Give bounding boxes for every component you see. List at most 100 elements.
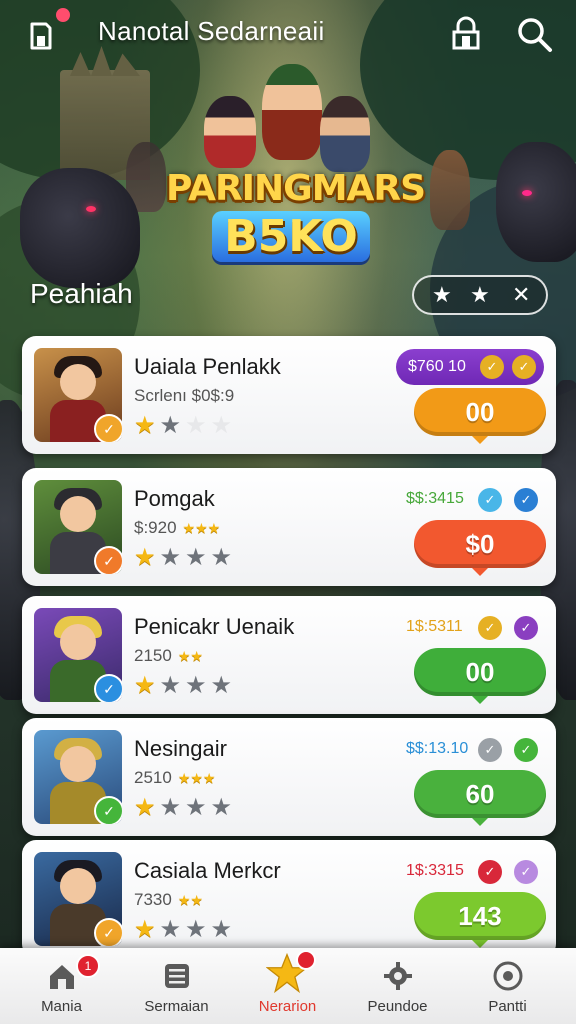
badge-icon: ✓ [94,674,122,702]
rating-star: ★ [159,544,186,571]
notification-dot [56,8,70,22]
rating-star: ★ [185,544,211,571]
coin-icon: ✓ [514,860,538,884]
item-subtitle: 2150 ★★ [134,646,203,666]
item-subtitle-text: 7330 [134,890,172,909]
item-title: Nesingair [134,736,227,761]
rating-star: ★ [210,544,237,571]
action-button[interactable]: 00 [414,388,546,444]
close-icon[interactable]: ✕ [512,284,530,306]
star-rating: ★★★★ [134,918,236,942]
game-thumbnail: ✓ [34,480,122,574]
saved-button[interactable] [26,8,70,54]
nav-item-peundoe[interactable]: Peundoe [340,948,455,1024]
nav-item-mania[interactable]: 1 Mania [4,948,119,1024]
coin-icon: ✓ [478,738,502,762]
rating-star: ★ [185,412,211,439]
badge-icon: ✓ [94,414,122,442]
gear-icon [384,962,412,990]
rating-star: ★ [159,672,186,699]
item-title: Casiala Merkcr [134,858,281,883]
top-bar: Nanotal Sedarneaii [0,0,576,70]
coin-icon: ✓ [478,860,502,884]
app-title: Nanotal Sedarneaii [98,16,325,46]
price-chip: $760 10 ✓ ✓ [396,349,544,385]
coin-icon: ✓ [478,616,502,640]
coin-icon: ✓ [514,738,538,762]
mini-rating: ★★★ [182,520,221,536]
badge-icon: ✓ [94,918,122,946]
rating-star: ★ [185,794,211,821]
bottom-nav: 1 Mania Sermaian Nerarion Peundoe Pantti [0,948,576,1024]
nav-label: Pantti [488,998,527,1015]
badge-icon: ✓ [94,796,122,824]
rating-star: ★ [210,794,237,821]
list-item[interactable]: ✓ Uaiala Penlakk Scrlenı $0$:9 ★★★★ $760… [22,336,556,454]
list-item[interactable]: ✓ Pomgak $:920 ★★★ ★★★★ $$:3415 ✓ ✓ $0 [22,468,556,586]
coin-icon: ✓ [480,355,504,379]
nav-label: Peundoe [367,998,428,1015]
item-title: Pomgak [134,486,215,511]
item-subtitle-text: 2510 [134,768,172,787]
item-subtitle-text: 2150 [134,646,172,665]
star-icon: ★ [432,282,452,307]
item-subtitle-text: Scrlenı $0$:9 [134,386,235,405]
star-rating: ★★★★ [134,414,236,438]
search-icon [518,18,552,52]
nav-badge: 1 [76,954,100,978]
rating-filter[interactable]: ★ ★ ✕ [412,275,548,315]
nav-item-pantti[interactable]: Pantti [450,948,565,1024]
action-button[interactable]: 00 [414,648,546,704]
action-button[interactable]: $0 [414,520,546,576]
item-subtitle: 2510 ★★★ [134,768,215,788]
rating-star: ★ [185,916,211,943]
action-button[interactable]: 143 [414,892,546,948]
rating-star: ★ [185,672,211,699]
game-logo: PARINGMARS B5KO [166,168,426,268]
rating-star: ★ [134,916,160,943]
rating-star: ★ [159,412,186,439]
shop-icon [452,16,480,50]
shop-button[interactable] [446,14,486,54]
rating-star: ★ [134,544,160,571]
item-title: Penicakr Uenaik [134,614,295,639]
nav-label: Nerarion [258,998,317,1015]
mini-rating: ★★★ [177,770,216,786]
logo-title: PARINGMARS [166,168,426,209]
home-icon [50,965,74,989]
section-title: Peahiah [30,278,133,309]
nav-item-nerarion[interactable]: Nerarion [230,948,345,1024]
coin-icon: ✓ [514,488,538,512]
rating-star: ★ [159,794,186,821]
item-subtitle: Scrlenı $0$:9 [134,386,240,406]
list-item[interactable]: ✓ Penicakr Uenaik 2150 ★★ ★★★★ 1$:5311 ✓ … [22,596,556,714]
star-rating: ★★★★ [134,674,236,698]
game-thumbnail: ✓ [34,730,122,824]
item-subtitle: $:920 ★★★ [134,518,220,538]
list-icon [165,964,189,988]
nav-item-sermaian[interactable]: Sermaian [119,948,234,1024]
game-thumbnail: ✓ [34,608,122,702]
game-thumbnail: ✓ [34,348,122,442]
mini-rating: ★★ [177,648,203,664]
rating-star: ★ [210,672,237,699]
rating-star: ★ [134,672,160,699]
rating-star: ★ [134,794,160,821]
coin-icon: ✓ [478,488,502,512]
list-item[interactable]: ✓ Nesingair 2510 ★★★ ★★★★ $$:13.10 ✓ ✓ 60 [22,718,556,836]
price-text: $760 10 [408,358,466,375]
action-button[interactable]: 60 [414,770,546,826]
nav-badge [296,950,316,970]
badge-icon: ✓ [94,546,122,574]
logo-subtitle: B5KO [212,211,370,262]
star-rating: ★★★★ [134,796,236,820]
nav-label: Sermaian [144,998,209,1015]
item-subtitle-text: $:920 [134,518,177,537]
rating-star: ★ [159,916,186,943]
coin-icon: ✓ [514,616,538,640]
star-rating: ★★★★ [134,546,236,570]
item-title: Uaiala Penlakk [134,354,281,379]
search-button[interactable] [514,14,554,54]
rating-star: ★ [210,916,237,943]
list-item[interactable]: ✓ Casiala Merkcr 7330 ★★ ★★★★ 1$:3315 ✓ ✓… [22,840,556,958]
